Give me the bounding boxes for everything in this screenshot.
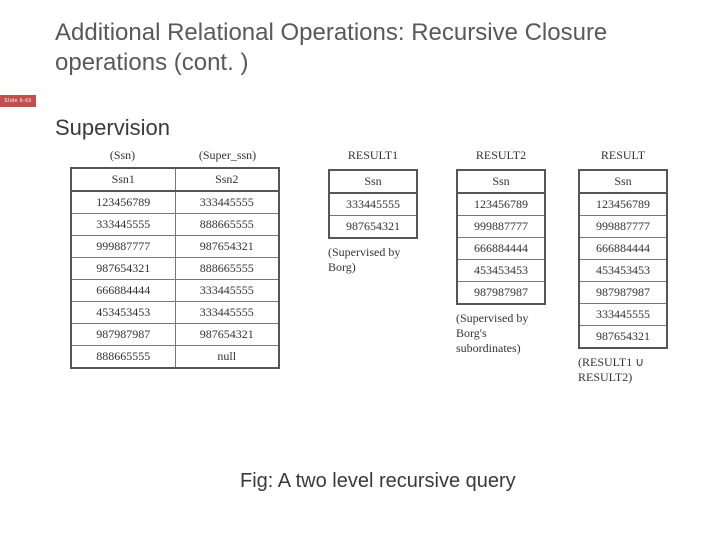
table-row: 123456789	[457, 193, 545, 216]
slide-number-badge: Slide 6-65	[0, 95, 36, 107]
table-row: 333445555	[579, 304, 667, 326]
result1-label: RESULT1	[328, 148, 418, 163]
supervision-attr-labels: (Ssn) (Super_ssn)	[70, 148, 280, 163]
table-row: 999887777	[457, 216, 545, 238]
result2-label: RESULT2	[456, 148, 546, 163]
table-row: 666884444	[457, 238, 545, 260]
table-row: 666884444333445555	[71, 280, 279, 302]
result2-table: Ssn 123456789 999887777 666884444 453453…	[456, 169, 546, 305]
result2-note: (Supervised by Borg's subordinates)	[456, 311, 546, 356]
table-header-row: Ssn1 Ssn2	[71, 168, 279, 191]
table-row: 123456789333445555	[71, 191, 279, 214]
table-row: 333445555	[329, 193, 417, 216]
table-row: 987987987	[457, 282, 545, 305]
supervision-table: Ssn1 Ssn2 123456789333445555 33344555588…	[70, 167, 280, 369]
table-row: 453453453333445555	[71, 302, 279, 324]
header-ssn2: Ssn2	[175, 168, 279, 191]
table-row: 333445555888665555	[71, 214, 279, 236]
table-row: 987654321	[579, 326, 667, 349]
table-row: 666884444	[579, 238, 667, 260]
result2-header: Ssn	[457, 170, 545, 193]
result-header: Ssn	[579, 170, 667, 193]
label-ssn: (Ssn)	[70, 148, 175, 163]
table-row: 888665555null	[71, 346, 279, 369]
table-row: 987654321	[329, 216, 417, 239]
result-label: RESULT	[578, 148, 668, 163]
table-row: 453453453	[457, 260, 545, 282]
table-row: 453453453	[579, 260, 667, 282]
slide-title: Additional Relational Operations: Recurs…	[55, 18, 675, 78]
label-super-ssn: (Super_ssn)	[175, 148, 280, 163]
result1-table: Ssn 333445555 987654321	[328, 169, 418, 239]
result1-note: (Supervised by Borg)	[328, 245, 418, 275]
table-row: 999887777	[579, 216, 667, 238]
result2-column: RESULT2 Ssn 123456789 999887777 66688444…	[456, 148, 546, 356]
result1-header: Ssn	[329, 170, 417, 193]
section-subtitle: Supervision	[55, 115, 170, 141]
table-row: 987654321888665555	[71, 258, 279, 280]
supervision-column: (Ssn) (Super_ssn) Ssn1 Ssn2 123456789333…	[70, 148, 280, 369]
table-row: 123456789	[579, 193, 667, 216]
table-row: 987987987	[579, 282, 667, 304]
result-table: Ssn 123456789 999887777 666884444 453453…	[578, 169, 668, 349]
table-row: 987987987987654321	[71, 324, 279, 346]
result-note: (RESULT1 ∪ RESULT2)	[578, 355, 668, 385]
result-column: RESULT Ssn 123456789 999887777 666884444…	[578, 148, 668, 385]
figure-caption: Fig: A two level recursive query	[240, 470, 516, 493]
header-ssn1: Ssn1	[71, 168, 175, 191]
result1-column: RESULT1 Ssn 333445555 987654321 (Supervi…	[328, 148, 418, 275]
table-row: 999887777987654321	[71, 236, 279, 258]
